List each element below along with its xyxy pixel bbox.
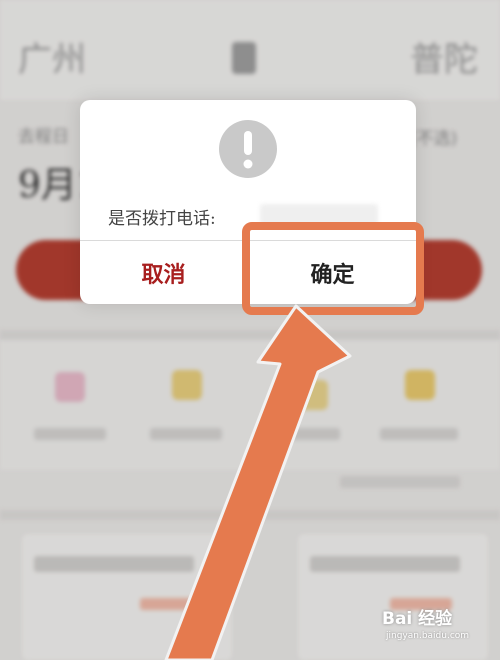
dialog-message: 是否拨打电话:: [108, 209, 216, 229]
cancel-button[interactable]: 取消: [80, 241, 247, 304]
watermark-url: jingyan.baidu.com: [386, 631, 470, 641]
highlight-box: [242, 222, 424, 315]
modal-overlay: [0, 0, 500, 660]
exclamation-icon: [219, 120, 277, 178]
watermark-brand: Bai 经验: [382, 609, 453, 629]
